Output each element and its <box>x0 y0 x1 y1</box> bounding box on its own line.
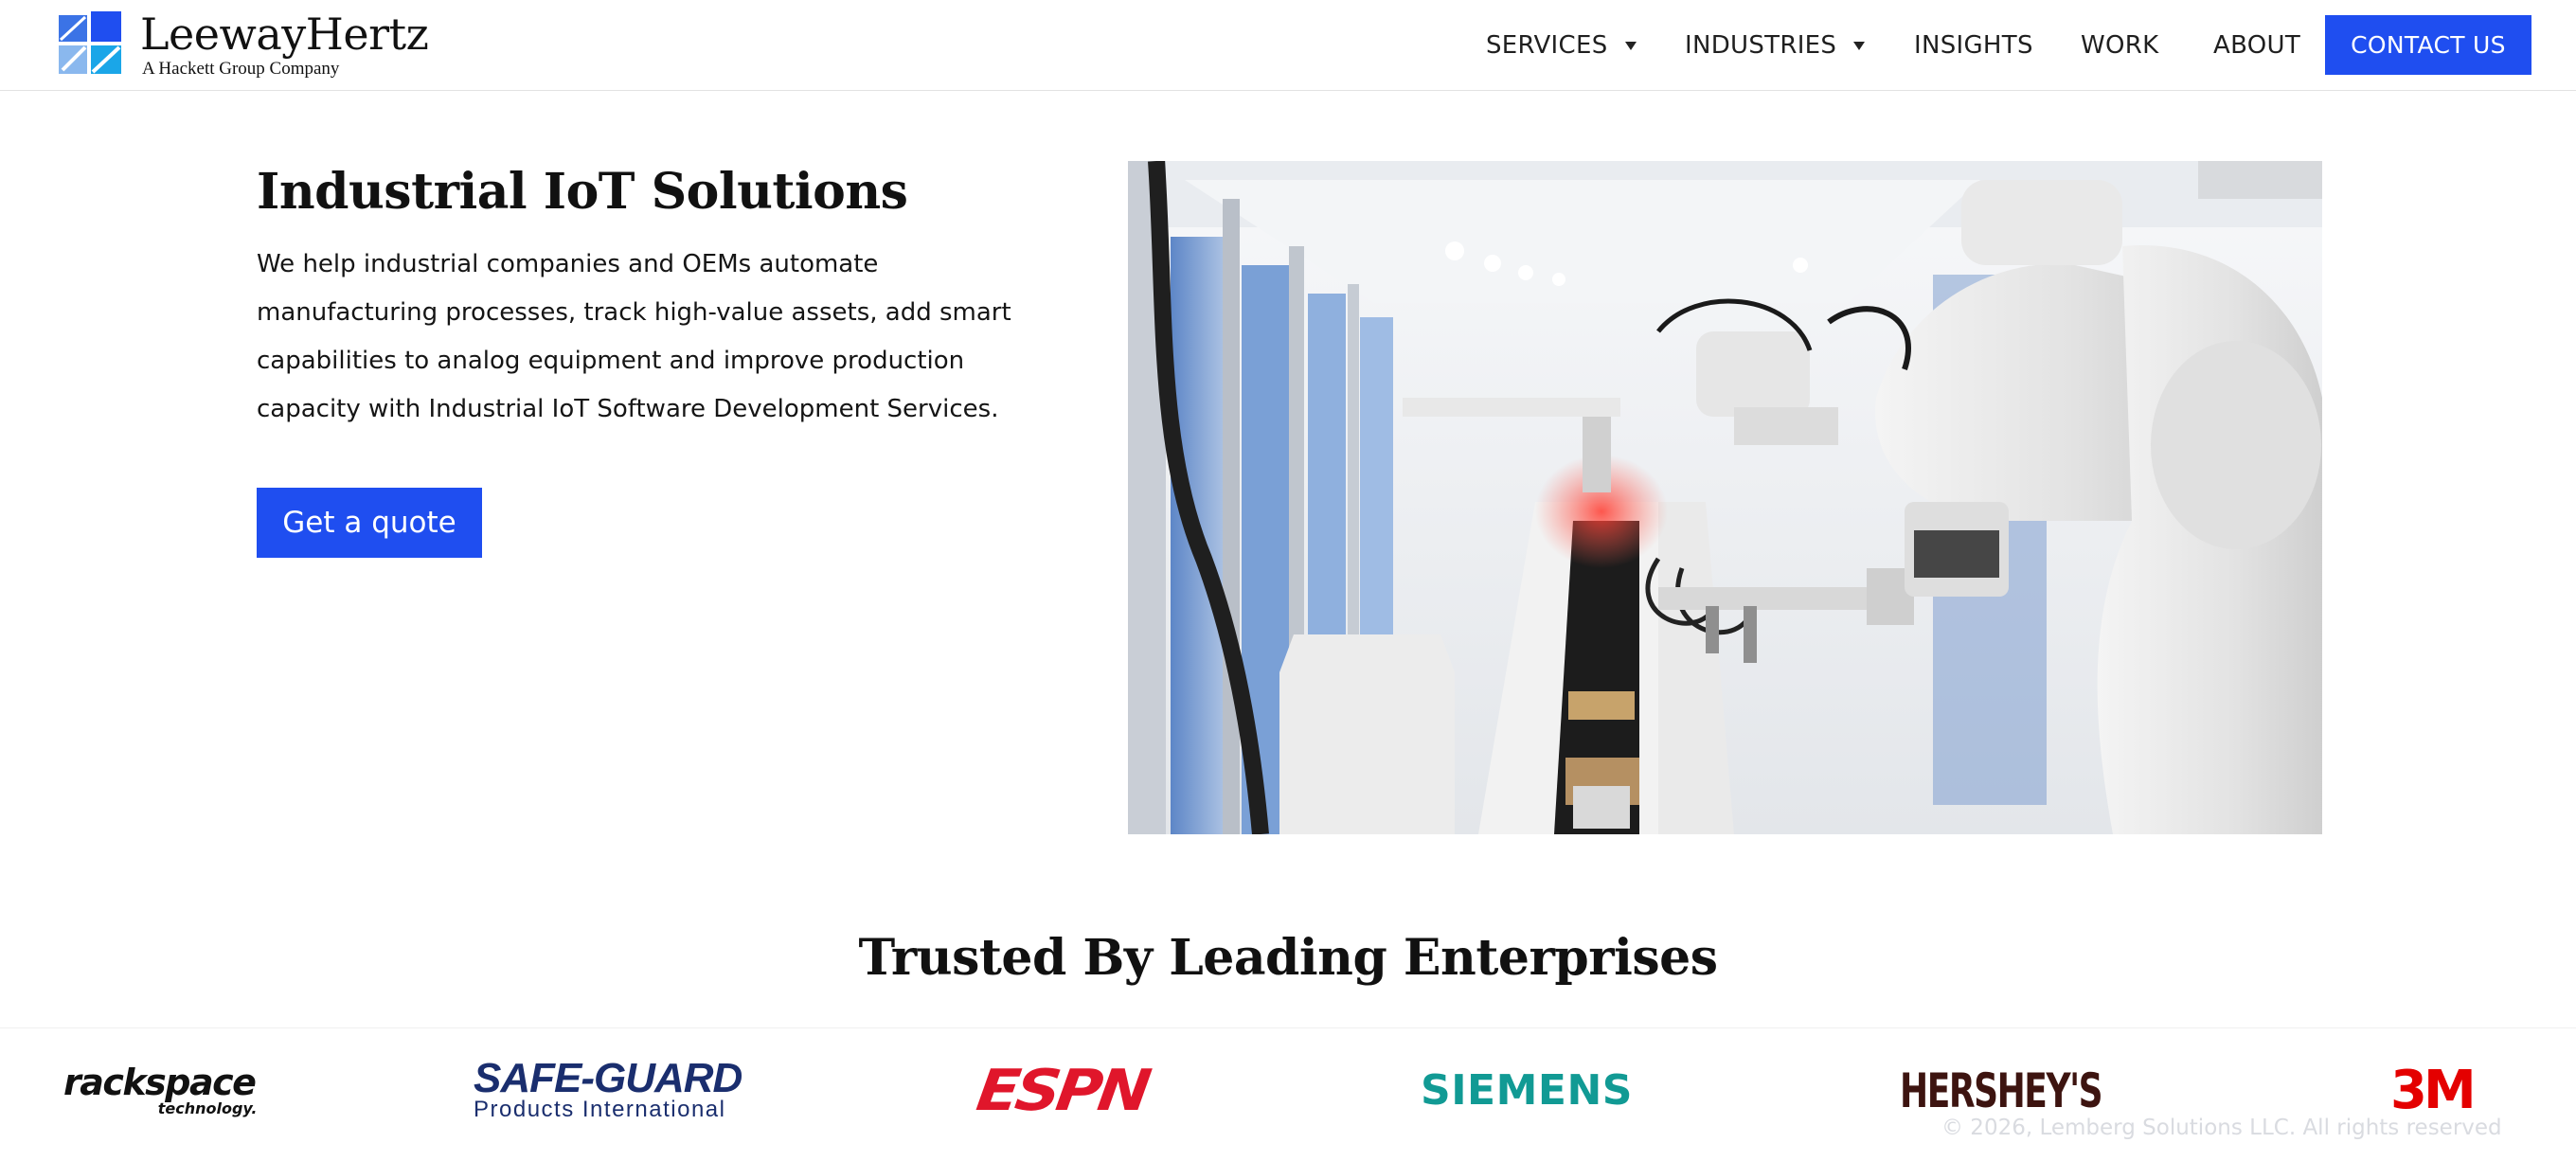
nav-label-work: WORK <box>2081 31 2159 60</box>
nav-label-services: SERVICES <box>1486 31 1608 60</box>
hero-image-robotic-assembly-line <box>1128 161 2322 834</box>
nav-item-insights[interactable]: INSIGHTS <box>1914 0 2033 91</box>
safeguard-subtitle: Products International <box>474 1097 726 1122</box>
nav-label-insights: INSIGHTS <box>1914 31 2033 60</box>
client-logo-strip: rackspace technology. SAFE-GUARD Product… <box>0 1027 2576 1161</box>
hero-title: Industrial IoT Solutions <box>257 163 908 221</box>
nav-label-about: ABOUT <box>2213 31 2301 60</box>
contact-us-button[interactable]: CONTACT US <box>2325 15 2531 75</box>
espn-wordmark: ESPN <box>972 1058 1152 1124</box>
rackspace-subtitle: technology. <box>157 1099 258 1117</box>
nav-label-industries: INDUSTRIES <box>1685 31 1837 60</box>
page: LeewayHertz A Hackett Group Company SERV… <box>0 0 2576 1161</box>
factory-robot-illustration <box>1128 161 2322 834</box>
site-header: LeewayHertz A Hackett Group Company SERV… <box>0 0 2576 91</box>
nav-item-work[interactable]: WORK <box>2081 0 2159 91</box>
nav-item-industries[interactable]: INDUSTRIES <box>1685 0 1866 91</box>
hersheys-wordmark: HERSHEY'S <box>1900 1063 2103 1118</box>
trusted-section-title: Trusted By Leading Enterprises <box>858 929 1718 987</box>
main-nav: SERVICES INDUSTRIES INSIGHTS WORK ABOUT <box>0 0 2576 91</box>
nav-item-services[interactable]: SERVICES <box>1486 0 1637 91</box>
client-logo-safeguard: SAFE-GUARD Products International <box>474 1028 742 1153</box>
get-a-quote-button[interactable]: Get a quote <box>257 488 482 558</box>
client-logo-siemens: SIEMENS <box>1421 1028 1633 1153</box>
siemens-wordmark: SIEMENS <box>1421 1066 1633 1115</box>
client-logo-espn: ESPN <box>973 1028 1151 1153</box>
nav-item-about[interactable]: ABOUT <box>2213 0 2300 91</box>
3m-wordmark: 3M <box>2390 1060 2477 1121</box>
rackspace-wordmark: rackspace <box>63 1062 257 1103</box>
safeguard-wordmark: SAFE-GUARD <box>474 1055 742 1101</box>
caret-down-icon <box>1624 41 1637 50</box>
hero-description: We help industrial companies and OEMs au… <box>257 250 1011 423</box>
copyright-text: © 2026, Lemberg Solutions LLC. All right… <box>1941 1116 2502 1140</box>
client-logo-rackspace: rackspace technology. <box>63 1028 258 1153</box>
caret-down-icon <box>1853 41 1866 50</box>
